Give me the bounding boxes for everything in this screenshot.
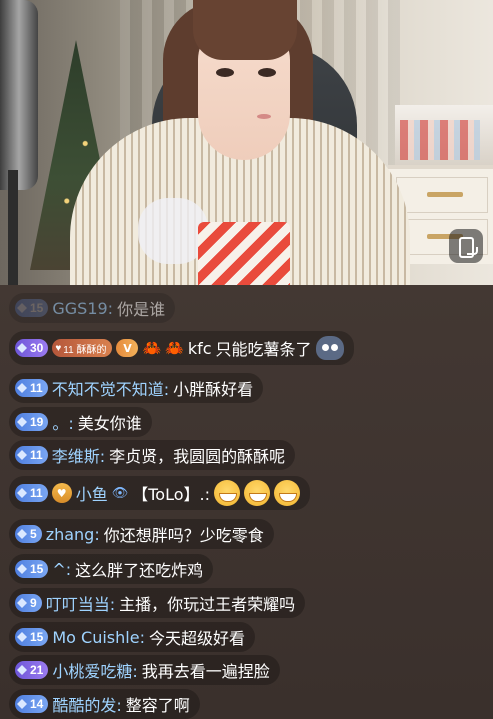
- chat-message: 14 酷酷的发: 整容了啊: [9, 689, 200, 719]
- level-badge: 30: [15, 339, 49, 357]
- chat-text: 你还想胖吗？少吃零食: [103, 526, 264, 545]
- chat-username[interactable]: zhang:: [46, 525, 100, 544]
- chat-message: 11 ♥ 小鱼 👁 【ToLo】.:: [9, 476, 310, 510]
- diamond-icon: [17, 450, 27, 460]
- chat-username[interactable]: 。:: [52, 410, 73, 434]
- chat-message: 30 ♥ 11 酥酥的 V 🦀 🦀 kfc 只能吃薯条了: [9, 331, 354, 365]
- level-badge: 15: [15, 628, 49, 646]
- chat-text: 小胖酥好看: [173, 380, 254, 399]
- chat-message: 9 叮叮当当: 主播，你玩过王者荣耀吗: [9, 588, 306, 618]
- chat-text: 今天超级好看: [148, 629, 245, 648]
- streamer-eye: [258, 68, 276, 77]
- eye-icon: 👁: [111, 485, 129, 501]
- diamond-icon: [17, 417, 27, 427]
- streamer-eye: [216, 68, 234, 77]
- level-badge: 21: [15, 661, 49, 679]
- level-badge: 19: [15, 413, 49, 431]
- snack-bag: [198, 222, 290, 285]
- rotate-arrow-icon: [467, 247, 478, 255]
- chat-panel[interactable]: 15 GGS19: 你是谁 30 ♥ 11 酥酥的 V 🦀 🦀 kfc 只能吃薯条…: [0, 285, 493, 719]
- grinning-face-icon: [213, 480, 240, 506]
- diamond-icon: [17, 564, 27, 574]
- chat-username[interactable]: 小鱼: [76, 481, 108, 505]
- level-badge: 11: [15, 484, 48, 502]
- diamond-icon: [17, 383, 27, 393]
- chat-text: 主播，你玩过王者荣耀吗: [119, 595, 296, 614]
- mascot-sticker-icon: [315, 336, 344, 360]
- chat-text: 李贞贤，我圆圆的酥酥呢: [109, 447, 286, 466]
- streamer-lips: [257, 114, 271, 119]
- live-video[interactable]: [0, 0, 493, 285]
- crab-icon: 🦀: [165, 339, 184, 357]
- diamond-icon: [17, 343, 27, 353]
- medal-icon: ♥: [51, 483, 72, 503]
- level-badge: 9: [15, 594, 42, 612]
- chat-text: 你是谁: [117, 300, 166, 319]
- chat-text: 这么胖了还吃炸鸡: [75, 561, 204, 580]
- diamond-icon: [17, 699, 27, 709]
- level-badge: 15: [15, 560, 49, 578]
- screen-rotate-button[interactable]: [449, 229, 483, 263]
- grinning-face-icon: [243, 480, 270, 506]
- streamer-bangs: [193, 0, 297, 60]
- level-badge: 11: [15, 379, 48, 397]
- diamond-icon: [17, 632, 27, 642]
- diamond-icon: [17, 598, 27, 608]
- microphone-stand: [8, 170, 18, 285]
- chat-username[interactable]: Mo Cuishle:: [52, 628, 145, 647]
- level-badge: 15: [15, 299, 49, 317]
- diamond-icon: [17, 665, 27, 675]
- chat-username[interactable]: 酷酷的发:: [52, 692, 121, 716]
- chat-message: 11 不知不觉不知道: 小胖酥好看: [9, 373, 264, 403]
- chat-username[interactable]: ^:: [52, 560, 71, 579]
- microphone: [0, 0, 38, 190]
- chat-tag: 【ToLo】.:: [132, 485, 210, 504]
- chat-text: 整容了啊: [125, 696, 190, 715]
- chat-username[interactable]: kfc: [188, 339, 212, 358]
- chat-message: 15 ^: 这么胖了还吃炸鸡: [9, 554, 214, 584]
- chat-username[interactable]: 李维斯:: [52, 443, 105, 467]
- diamond-icon: [17, 529, 27, 539]
- chat-text: 我再去看一遍捏脸: [141, 662, 270, 681]
- diamond-icon: [17, 488, 27, 498]
- chat-username[interactable]: 不知不觉不知道:: [52, 376, 169, 400]
- chat-username[interactable]: 小桃爱吃糖:: [52, 658, 137, 682]
- level-badge: 14: [15, 695, 49, 713]
- v-badge: V: [116, 339, 139, 357]
- heart-icon: ♥: [55, 342, 62, 354]
- level-badge: 5: [15, 525, 42, 543]
- chat-username[interactable]: 叮叮当当:: [46, 591, 115, 615]
- crab-icon: 🦀: [142, 339, 162, 357]
- chat-message: 5 zhang: 你还想胖吗？少吃零食: [9, 519, 274, 549]
- chat-text: 只能吃薯条了: [215, 340, 312, 359]
- level-badge: 11: [15, 446, 48, 464]
- chat-username[interactable]: GGS19:: [52, 299, 113, 318]
- chat-message: 15 GGS19: 你是谁: [9, 293, 176, 323]
- chat-message: 19 。: 美女你谁: [9, 407, 152, 437]
- chat-message: 15 Mo Cuishle: 今天超级好看: [9, 622, 255, 652]
- grinning-face-icon: [273, 480, 300, 506]
- chat-message: 11 李维斯: 李贞贤，我圆圆的酥酥呢: [9, 440, 296, 470]
- fan-badge: ♥ 11 酥酥的: [52, 339, 113, 357]
- chat-message: 21 小桃爱吃糖: 我再去看一遍捏脸: [9, 655, 280, 685]
- chat-text: 美女你谁: [77, 414, 142, 433]
- shelf-items: [400, 120, 480, 160]
- diamond-icon: [17, 303, 27, 313]
